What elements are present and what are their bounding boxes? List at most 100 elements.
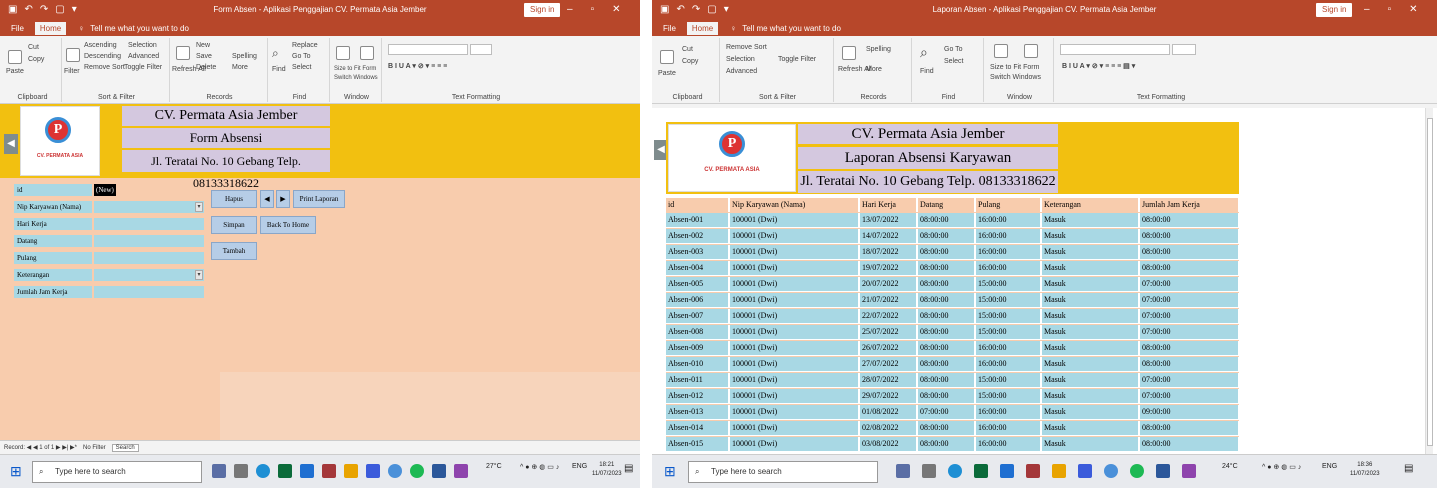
weather-widget[interactable]: 24°C: [1222, 463, 1238, 470]
close-icon[interactable]: ✕: [1409, 4, 1417, 15]
save-button[interactable]: Save: [196, 53, 212, 60]
taskbar-clock[interactable]: 18:36 11/07/2023: [1350, 461, 1380, 479]
record-search-input[interactable]: Search: [111, 443, 139, 452]
selection-button[interactable]: Selection: [726, 56, 755, 63]
keterangan-combobox[interactable]: ▾: [94, 269, 204, 281]
access-icon[interactable]: [322, 464, 336, 478]
size-to-fit-button[interactable]: Size to Fit Form: [990, 64, 1039, 71]
system-tray-icons[interactable]: ^ ● ⊕ ◍ ▭ ♪: [520, 463, 559, 471]
more-button[interactable]: More: [866, 66, 882, 73]
size-to-fit-button[interactable]: Size to Fit Form: [334, 66, 376, 72]
windows-start-icon[interactable]: ⊞: [664, 463, 676, 480]
sign-in-button[interactable]: Sign in: [1316, 3, 1353, 17]
edge-icon[interactable]: [256, 464, 270, 478]
more-button[interactable]: More: [232, 64, 248, 71]
find-icon[interactable]: ⌕: [920, 44, 928, 61]
select-button[interactable]: Select: [292, 64, 311, 71]
toggle-filter-button[interactable]: Toggle Filter: [778, 56, 816, 63]
chrome-icon[interactable]: [1104, 464, 1118, 478]
delete-button[interactable]: Delete: [196, 64, 216, 71]
maximize-icon[interactable]: ▫: [591, 4, 595, 15]
tab-home[interactable]: Home: [34, 21, 67, 35]
spotify-icon[interactable]: [1130, 464, 1144, 478]
jumlah-jam-kerja-field[interactable]: [94, 286, 204, 298]
chevron-down-icon[interactable]: ▾: [195, 202, 203, 212]
taskbar-search-box[interactable]: ⌕ Type here to search: [32, 461, 202, 483]
paste-button[interactable]: Paste: [6, 68, 24, 75]
find-button[interactable]: Find: [272, 66, 286, 73]
spelling-button[interactable]: Spelling: [232, 53, 257, 60]
toggle-filter-button[interactable]: Toggle Filter: [124, 64, 162, 71]
taskbar-search-box[interactable]: ⌕ Type here to search: [688, 461, 878, 483]
tab-file[interactable]: File: [6, 22, 29, 35]
font-name-select[interactable]: [388, 44, 468, 55]
filter-icon[interactable]: [66, 48, 80, 62]
prev-record-button[interactable]: ◀: [260, 190, 274, 208]
close-icon[interactable]: ✕: [612, 4, 620, 15]
advanced-button[interactable]: Advanced: [726, 68, 757, 75]
taskbar-app-icon[interactable]: [454, 464, 468, 478]
text-format-buttons[interactable]: B I U A ▾ ⊘ ▾ ≡ ≡ ≡: [388, 62, 447, 70]
go-to-button[interactable]: Go To: [292, 53, 311, 60]
datang-field[interactable]: [94, 235, 204, 247]
advanced-button[interactable]: Advanced: [128, 53, 159, 60]
store-icon[interactable]: [278, 464, 292, 478]
descending-button[interactable]: Descending: [84, 53, 121, 60]
weather-widget[interactable]: 27°C: [486, 463, 502, 470]
edge-icon[interactable]: [948, 464, 962, 478]
replace-button[interactable]: Replace: [292, 42, 318, 49]
system-tray-icons[interactable]: ^ ● ⊕ ◍ ▭ ♪: [1262, 463, 1301, 471]
switch-windows-button[interactable]: Switch Windows: [334, 75, 378, 81]
copy-button[interactable]: Copy: [682, 58, 698, 65]
chevron-down-icon[interactable]: ▾: [195, 270, 203, 280]
tab-file[interactable]: File: [658, 22, 681, 35]
nav-pane-toggle-icon[interactable]: ◀: [4, 134, 18, 154]
switch-windows-button[interactable]: Switch Windows: [990, 74, 1041, 81]
notification-icon[interactable]: ▤: [1404, 463, 1413, 474]
maximize-icon[interactable]: ▫: [1388, 4, 1392, 15]
remove-sort-button[interactable]: Remove Sort: [84, 64, 125, 71]
tell-me-search[interactable]: Tell me what you want to do: [742, 24, 841, 33]
new-button[interactable]: New: [196, 42, 210, 49]
hari-kerja-field[interactable]: [94, 218, 204, 230]
spelling-button[interactable]: Spelling: [866, 46, 891, 53]
find-button[interactable]: Find: [920, 68, 934, 75]
language-indicator[interactable]: ENG: [1322, 463, 1337, 470]
size-to-fit-icon[interactable]: [336, 46, 350, 60]
paste-button[interactable]: Paste: [658, 70, 676, 77]
pulang-field[interactable]: [94, 252, 204, 264]
no-filter-indicator[interactable]: No Filter: [83, 445, 106, 451]
file-explorer-icon[interactable]: [344, 464, 358, 478]
taskbar-app-icon[interactable]: [1182, 464, 1196, 478]
word-icon[interactable]: [1156, 464, 1170, 478]
font-size-select[interactable]: [470, 44, 492, 55]
next-record-button[interactable]: ▶: [276, 190, 290, 208]
simpan-button[interactable]: Simpan: [211, 216, 257, 234]
tambah-button[interactable]: Tambah: [211, 242, 257, 260]
hapus-button[interactable]: Hapus: [211, 190, 257, 208]
office-icon[interactable]: [300, 464, 314, 478]
chrome-icon[interactable]: [388, 464, 402, 478]
scrollbar-thumb[interactable]: [1427, 118, 1433, 446]
minimize-icon[interactable]: –: [567, 4, 573, 15]
go-to-button[interactable]: Go To: [944, 46, 963, 53]
word-icon[interactable]: [432, 464, 446, 478]
refresh-icon[interactable]: [842, 46, 856, 60]
office-icon[interactable]: [1000, 464, 1014, 478]
notification-icon[interactable]: ▤: [624, 463, 633, 474]
id-field[interactable]: (New): [94, 184, 116, 196]
select-button[interactable]: Select: [944, 58, 963, 65]
sign-in-button[interactable]: Sign in: [524, 3, 561, 17]
font-name-select[interactable]: [1060, 44, 1170, 55]
filter-button[interactable]: Filter: [64, 68, 80, 75]
minimize-icon[interactable]: –: [1364, 4, 1370, 15]
store-icon[interactable]: [974, 464, 988, 478]
find-icon[interactable]: ⌕: [272, 46, 279, 61]
windows-start-icon[interactable]: ⊞: [10, 463, 22, 480]
tab-home[interactable]: Home: [686, 21, 719, 35]
switch-windows-icon[interactable]: [360, 46, 374, 60]
refresh-icon[interactable]: [176, 46, 190, 60]
selection-button[interactable]: Selection: [128, 42, 157, 49]
taskbar-app-icon[interactable]: [1078, 464, 1092, 478]
remove-sort-button[interactable]: Remove Sort: [726, 44, 767, 51]
